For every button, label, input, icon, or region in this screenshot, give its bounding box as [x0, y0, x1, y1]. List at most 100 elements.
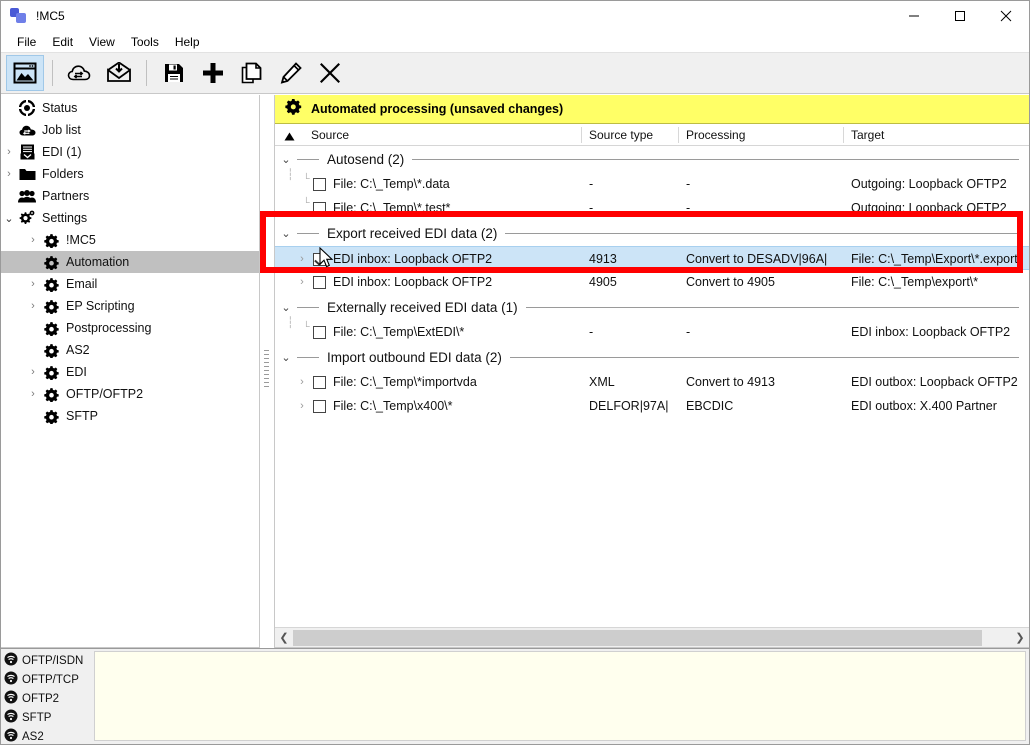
horizontal-scrollbar[interactable]: ❮ ❯ [275, 627, 1029, 647]
add-plus-icon[interactable] [194, 55, 232, 91]
sidebar-item-status[interactable]: › Status [1, 97, 259, 119]
sidebar-item-ep-scripting[interactable]: › EP Scripting [1, 295, 259, 317]
scroll-right-icon[interactable]: ❯ [1011, 629, 1029, 647]
cell-source: File: C:\_Temp\*importvda [333, 375, 477, 389]
sidebar-item-settings[interactable]: ⌄ Settings [1, 207, 259, 229]
sidebar-item-job-list[interactable]: › Job list [1, 119, 259, 141]
group-header-export-received[interactable]: ⌄ Export received EDI data (2) [275, 220, 1029, 246]
sidebar-item-postprocessing[interactable]: › Postprocessing [1, 317, 259, 339]
column-header-source-type[interactable]: Source type [581, 124, 653, 146]
panel-splitter[interactable] [260, 95, 274, 648]
scroll-track[interactable] [293, 628, 1011, 647]
chevron-right-icon[interactable]: › [1, 146, 17, 158]
menu-help[interactable]: Help [167, 33, 208, 51]
row-expand-chevron-icon[interactable]: › [295, 394, 309, 418]
menu-tools[interactable]: Tools [123, 33, 167, 51]
menu-file[interactable]: File [9, 33, 44, 51]
chevron-right-icon[interactable]: › [25, 366, 41, 378]
sidebar-item-partners[interactable]: › Partners [1, 185, 259, 207]
sidebar-item-oftp[interactable]: › OFTP/OFTP2 [1, 383, 259, 405]
scroll-thumb[interactable] [293, 629, 983, 646]
protocol-status-oftp-tcp[interactable]: OFTP/TCP [1, 670, 94, 689]
overview-window-icon[interactable] [6, 55, 44, 91]
copy-page-icon[interactable] [233, 55, 271, 91]
delete-x-icon[interactable] [311, 55, 349, 91]
gear-icon [41, 387, 61, 402]
cloud-transfer-icon[interactable] [61, 55, 99, 91]
title-bar: !MC5 [1, 1, 1029, 31]
sidebar-item-label: Job list [42, 123, 81, 137]
protocol-status-oftp-isdn[interactable]: OFTP/ISDN [1, 651, 94, 670]
row-expand-chevron-icon[interactable]: › [295, 370, 309, 394]
row-checkbox[interactable] [313, 394, 326, 418]
sidebar-item-folders[interactable]: › Folders [1, 163, 259, 185]
protocol-status-as2[interactable]: AS2 [1, 727, 94, 745]
automation-rules-grid[interactable]: ⌄ Autosend (2) ┆ └ File: C:\_Temp\*.data… [275, 146, 1029, 627]
row-checkbox[interactable] [313, 320, 326, 344]
log-output-pane[interactable] [94, 651, 1026, 741]
protocol-status-oftp2[interactable]: OFTP2 [1, 689, 94, 708]
table-row[interactable]: › File: C:\_Temp\*importvda XML Convert … [275, 370, 1029, 394]
table-row[interactable]: › EDI inbox: Loopback OFTP2 4913 Convert… [275, 246, 1029, 270]
chevron-down-icon[interactable]: ⌄ [275, 153, 297, 166]
row-checkbox[interactable] [313, 196, 326, 220]
splitter-grip[interactable] [264, 350, 269, 390]
chevron-down-icon[interactable]: ⌄ [1, 212, 17, 225]
row-checkbox[interactable] [313, 172, 326, 196]
chevron-right-icon[interactable]: › [1, 168, 17, 180]
chevron-down-icon[interactable]: ⌄ [275, 227, 297, 240]
group-dash [297, 356, 319, 358]
table-row[interactable]: › File: C:\_Temp\x400\* DELFOR|97A| EBCD… [275, 394, 1029, 418]
row-expand-chevron-icon[interactable]: › [295, 247, 309, 271]
protocol-status-list: OFTP/ISDN OFTP/TCP OFTP2 SFTP AS2 [1, 649, 94, 744]
gear-icon [41, 299, 61, 314]
sidebar-tree: › Status › Job list › EDI (1) [1, 95, 259, 427]
table-row[interactable]: ┆ └ File: C:\_Temp\*.data - - Outgoing: … [275, 170, 1029, 196]
edit-pencil-icon[interactable] [272, 55, 310, 91]
save-icon[interactable] [155, 55, 193, 91]
group-header-autosend[interactable]: ⌄ Autosend (2) [275, 146, 1029, 172]
connection-icon [4, 690, 18, 707]
receive-mail-icon[interactable] [100, 55, 138, 91]
chevron-right-icon[interactable]: › [25, 278, 41, 290]
close-icon[interactable] [983, 1, 1029, 31]
sidebar-item-mc5[interactable]: › !MC5 [1, 229, 259, 251]
cell-source-type: - [589, 177, 594, 191]
sidebar-navigation-tree[interactable]: › Status › Job list › EDI (1) [1, 95, 260, 648]
group-header-import-outbound[interactable]: ⌄ Import outbound EDI data (2) [275, 344, 1029, 370]
column-header-target[interactable]: Target [843, 124, 884, 146]
table-row[interactable]: ┆ └ File: C:\_Temp\ExtEDI\* - - EDI inbo… [275, 318, 1029, 344]
minimize-icon[interactable] [891, 1, 937, 31]
chevron-right-icon[interactable]: › [25, 300, 41, 312]
sidebar-item-email[interactable]: › Email [1, 273, 259, 295]
sidebar-item-edi[interactable]: › EDI (1) [1, 141, 259, 163]
sidebar-item-edi-settings[interactable]: › EDI [1, 361, 259, 383]
column-header-source[interactable]: Source [303, 124, 349, 146]
sort-ascending-icon[interactable] [284, 130, 295, 144]
table-row[interactable]: └ File: C:\_Temp\*.test* - - Outgoing: L… [275, 196, 1029, 220]
chevron-down-icon[interactable]: ⌄ [275, 351, 297, 364]
cell-target: Outgoing: Loopback OFTP2 [851, 201, 1007, 215]
sidebar-item-sftp[interactable]: › SFTP [1, 405, 259, 427]
chevron-down-icon[interactable]: ⌄ [275, 301, 297, 314]
menu-edit[interactable]: Edit [44, 33, 81, 51]
status-icon [17, 100, 37, 116]
chevron-right-icon[interactable]: › [25, 388, 41, 400]
chevron-right-icon[interactable]: › [25, 234, 41, 246]
row-checkbox[interactable] [313, 247, 326, 271]
group-header-externally-received[interactable]: ⌄ Externally received EDI data (1) [275, 294, 1029, 320]
maximize-icon[interactable] [937, 1, 983, 31]
menu-view[interactable]: View [81, 33, 123, 51]
protocol-status-sftp[interactable]: SFTP [1, 708, 94, 727]
group-title: Export received EDI data (2) [327, 225, 498, 241]
sidebar-item-automation[interactable]: › Automation [1, 251, 259, 273]
column-header-processing[interactable]: Processing [678, 124, 745, 146]
cell-source: EDI inbox: Loopback OFTP2 [333, 275, 493, 289]
table-row[interactable]: › EDI inbox: Loopback OFTP2 4905 Convert… [275, 270, 1029, 294]
row-expand-chevron-icon[interactable]: › [295, 270, 309, 294]
sidebar-item-as2[interactable]: › AS2 [1, 339, 259, 361]
row-checkbox[interactable] [313, 270, 326, 294]
row-checkbox[interactable] [313, 370, 326, 394]
window-title: !MC5 [36, 9, 65, 23]
scroll-left-icon[interactable]: ❮ [275, 629, 293, 647]
